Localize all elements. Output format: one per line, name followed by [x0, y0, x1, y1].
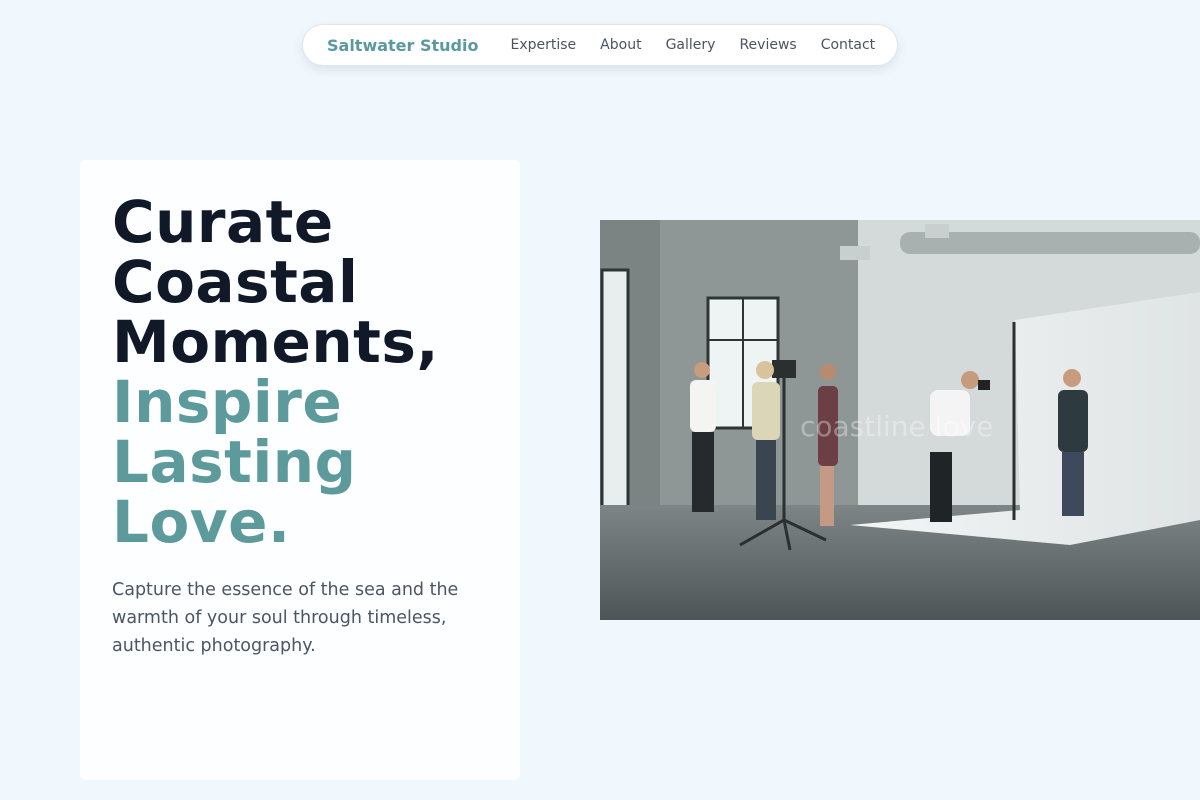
- page: Saltwater Studio Expertise About Gallery…: [0, 0, 1200, 800]
- headline-line-2: Coastal: [112, 248, 359, 316]
- hero-subtext: Capture the essence of the sea and the w…: [112, 580, 459, 656]
- hero-headline: Curate Coastal Moments, Inspire Lasting …: [112, 192, 439, 552]
- headline-accent-line-2: Lasting: [112, 428, 357, 496]
- nav-link-about[interactable]: About: [600, 37, 641, 53]
- headline-accent-line-3: Love.: [112, 488, 291, 556]
- nav-link-contact[interactable]: Contact: [821, 37, 875, 53]
- nav-link-expertise[interactable]: Expertise: [510, 37, 576, 53]
- image-overlay-text: coastline love: [800, 410, 994, 443]
- top-navigation: Saltwater Studio Expertise About Gallery…: [302, 24, 898, 66]
- headline-accent-line-1: Inspire: [112, 368, 343, 436]
- studio-photoshoot-image: coastline love: [600, 220, 1200, 620]
- nav-link-gallery[interactable]: Gallery: [666, 37, 716, 53]
- headline-line-3: Moments,: [112, 308, 439, 376]
- brand-logo-link[interactable]: Saltwater Studio: [327, 36, 478, 55]
- nav-link-reviews[interactable]: Reviews: [739, 37, 796, 53]
- headline-line-1: Curate: [112, 188, 334, 256]
